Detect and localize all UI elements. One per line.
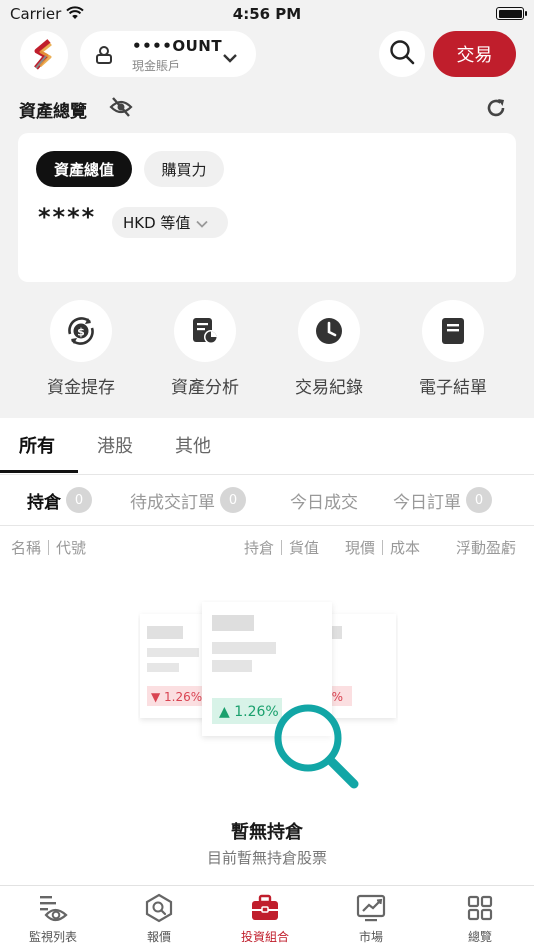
quick-action-fund-transfer[interactable]: $ 資金提存 bbox=[31, 300, 131, 398]
count-badge: 0 bbox=[66, 487, 92, 513]
card-down-label: ▼ 1.26% bbox=[151, 690, 202, 704]
column-holding-value: 持倉｜貨值 bbox=[244, 539, 320, 557]
nav-market[interactable]: 市場 bbox=[318, 892, 424, 945]
segment-total-assets[interactable]: 資產總值 bbox=[36, 151, 132, 187]
empty-state-title: 暫無持倉 bbox=[231, 822, 303, 843]
nav-overview[interactable]: 總覽 bbox=[427, 892, 533, 945]
segment-buying-power[interactable]: 購買力 bbox=[144, 151, 224, 187]
asset-overview-title: 資產總覽 bbox=[19, 102, 87, 122]
divider bbox=[0, 474, 534, 475]
search-button[interactable] bbox=[379, 31, 425, 77]
empty-state-subtitle: 目前暫無持倉股票 bbox=[206, 849, 327, 867]
account-type: 現金賬戶 bbox=[132, 59, 181, 73]
asset-card: 資產總值 購買力 **** HKD 等值 bbox=[18, 133, 516, 282]
eye-off-icon[interactable] bbox=[109, 96, 133, 122]
hexagon-search-icon bbox=[106, 892, 212, 924]
nav-portfolio[interactable]: 投資組合 bbox=[212, 892, 318, 945]
chevron-down-icon bbox=[190, 214, 209, 232]
clock-icon bbox=[298, 300, 360, 362]
active-tab-indicator bbox=[0, 470, 78, 473]
quick-action-asset-analysis[interactable]: 資產分析 bbox=[155, 300, 255, 398]
quick-action-trade-records[interactable]: 交易紀錄 bbox=[279, 300, 379, 398]
subtab-today-orders[interactable]: 今日訂單 0 bbox=[393, 487, 492, 513]
money-transfer-icon: $ bbox=[50, 300, 112, 362]
subtab-holdings[interactable]: 持倉 0 bbox=[27, 487, 92, 513]
column-name-code: 名稱｜代號 bbox=[11, 539, 87, 557]
market-chart-icon bbox=[318, 892, 424, 924]
nav-watchlist[interactable]: 監視列表 bbox=[0, 892, 106, 945]
count-badge: 0 bbox=[466, 487, 492, 513]
status-bar: Carrier 4:56 PM bbox=[0, 0, 534, 28]
tab-all[interactable]: 所有 bbox=[19, 432, 55, 458]
account-name: ••••OUNT bbox=[132, 37, 223, 55]
refresh-icon[interactable] bbox=[484, 96, 508, 124]
currency-label: HKD 等值 bbox=[123, 214, 191, 232]
statement-icon bbox=[422, 300, 484, 362]
watchlist-eye-icon bbox=[0, 892, 106, 924]
bottom-navigation: 監視列表 報價 投資組合 市場 總覽 bbox=[0, 885, 534, 950]
tab-hk-stocks[interactable]: 港股 bbox=[97, 432, 133, 458]
masked-asset-value: **** bbox=[38, 203, 97, 231]
trade-button[interactable]: 交易 bbox=[433, 31, 516, 77]
user-lock-icon bbox=[94, 44, 114, 68]
search-icon bbox=[389, 39, 415, 69]
column-price-cost: 現價｜成本 bbox=[345, 539, 421, 557]
empty-state-illustration: ▼ 1.26% 6% ▲ 1.26% bbox=[138, 600, 398, 795]
asset-analysis-icon bbox=[174, 300, 236, 362]
chevron-down-icon bbox=[223, 48, 237, 67]
subtab-pending-orders[interactable]: 待成交訂單 0 bbox=[130, 487, 246, 513]
app-logo bbox=[20, 31, 68, 79]
briefcase-icon bbox=[212, 892, 318, 924]
battery-icon bbox=[496, 7, 527, 20]
clock-time: 4:56 PM bbox=[232, 5, 302, 23]
svg-text:$: $ bbox=[77, 326, 85, 339]
currency-selector[interactable]: HKD 等值 bbox=[112, 207, 228, 238]
nav-quotes[interactable]: 報價 bbox=[106, 892, 212, 945]
grid-icon bbox=[427, 892, 533, 924]
column-pnl: 浮動盈虧 bbox=[456, 539, 517, 557]
count-badge: 0 bbox=[220, 487, 246, 513]
account-selector[interactable]: ••••OUNT 現金賬戶 bbox=[80, 31, 256, 77]
card-up-label: ▲ 1.26% bbox=[219, 704, 279, 720]
quick-action-e-statement[interactable]: 電子結單 bbox=[403, 300, 503, 398]
subtab-today-trades[interactable]: 今日成交 bbox=[290, 487, 358, 513]
divider bbox=[0, 525, 534, 526]
tab-others[interactable]: 其他 bbox=[175, 432, 211, 458]
